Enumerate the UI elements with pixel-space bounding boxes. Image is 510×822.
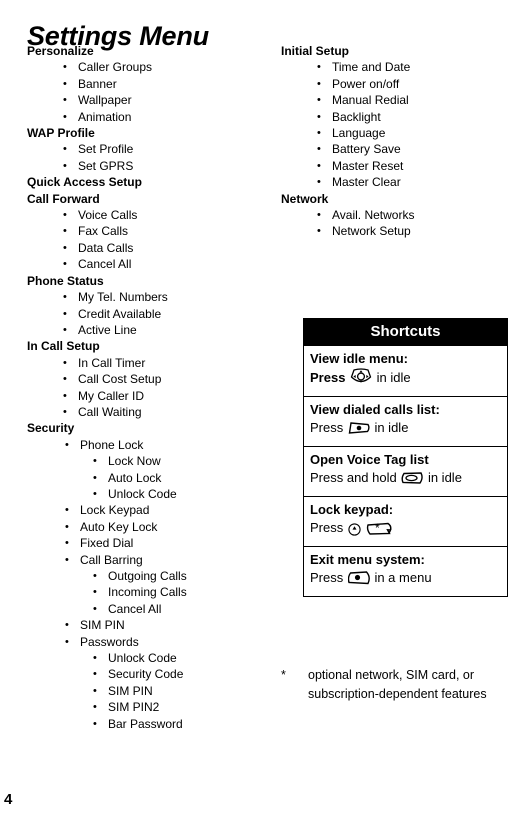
shortcut-row: View idle menu: Press in idle	[304, 346, 507, 396]
navigation-key-icon	[350, 368, 372, 391]
left-column: PersonalizeCaller GroupsBannerWallpaperA…	[27, 43, 267, 732]
menu-item: In Call Timer	[27, 355, 267, 372]
shortcut-press-label: Press	[310, 520, 347, 535]
menu-item: Passwords	[27, 634, 267, 651]
menu-subitem: Security Code	[27, 666, 267, 683]
menu-item: Auto Key Lock	[27, 519, 267, 536]
svg-text:*: *	[375, 521, 380, 535]
shortcut-title: View idle menu:	[310, 351, 409, 366]
menu-item: Lock Keypad	[27, 502, 267, 519]
menu-item: Set GPRS	[27, 158, 267, 175]
shortcut-instruction: Press in idle	[310, 368, 501, 391]
shortcut-title: View dialed calls list:	[310, 402, 440, 417]
menu-item: Avail. Networks	[281, 207, 510, 224]
shortcuts-table: Shortcuts View idle menu: Press in idle Vi…	[303, 318, 508, 597]
shortcut-row: View dialed calls list: Press in idle	[304, 396, 507, 446]
shortcut-press-label: Press and hold	[310, 470, 401, 485]
menu-subitem: Lock Now	[27, 453, 267, 470]
menu-subitem: Bar Password	[27, 716, 267, 733]
menu-item: Cancel All	[27, 256, 267, 273]
shortcut-instruction: Press in idle	[310, 419, 501, 441]
shortcut-row: Lock keypad: Press *	[304, 496, 507, 546]
menu-subitem: Auto Lock	[27, 470, 267, 487]
footnote-marker: *	[281, 668, 286, 682]
section-heading: WAP Profile	[27, 126, 95, 141]
menu-item: Data Calls	[27, 240, 267, 257]
menu-item: Master Reset	[281, 158, 510, 175]
shortcut-suffix: in idle	[424, 470, 462, 485]
power-end-key-icon	[347, 570, 370, 591]
menu-subitem: Unlock Code	[27, 486, 267, 503]
footnote: * optional network, SIM card, or subscri…	[281, 666, 510, 703]
menu-item: SIM PIN	[27, 617, 267, 634]
menu-item: Phone Lock	[27, 437, 267, 454]
menu-item: Active Line	[27, 322, 267, 339]
shortcut-row: Exit menu system: Press in a menu	[304, 546, 507, 596]
section-heading: In Call Setup	[27, 339, 100, 354]
section-heading: Network	[281, 191, 329, 206]
send-key-icon	[348, 420, 370, 441]
menu-item: Time and Date	[281, 59, 510, 76]
menu-item: Fax Calls	[27, 223, 267, 240]
shortcut-press-label: Press	[310, 420, 347, 435]
menu-item: My Tel. Numbers	[27, 289, 267, 306]
menu-subitem: SIM PIN	[27, 683, 267, 700]
menu-item: Banner	[27, 76, 267, 93]
menu-item: Call Cost Setup	[27, 371, 267, 388]
shortcut-instruction: Press in a menu	[310, 569, 501, 591]
menu-item: Network Setup	[281, 223, 510, 240]
menu-item: Caller Groups	[27, 59, 267, 76]
page-number: 4	[4, 791, 13, 808]
menu-subitem: SIM PIN2	[27, 699, 267, 716]
section-heading: Security	[27, 421, 75, 436]
shortcut-instruction: Press *	[310, 519, 501, 541]
menu-item: Animation	[27, 109, 267, 126]
shortcut-press-label: Press	[310, 370, 350, 385]
shortcut-suffix: in a menu	[370, 570, 432, 585]
menu-item: Call Waiting	[27, 404, 267, 421]
section-heading: Initial Setup	[281, 44, 350, 58]
shortcuts-rows: View idle menu: Press in idle View dialed …	[304, 346, 507, 596]
menu-item: Master Clear	[281, 174, 510, 191]
settings-menu-page: Settings Menu PersonalizeCaller GroupsBa…	[0, 0, 510, 822]
shortcut-instruction: Press and hold in idle	[310, 469, 501, 491]
menu-item: Wallpaper	[27, 92, 267, 109]
menu-item: Voice Calls	[27, 207, 267, 224]
shortcut-title: Lock keypad:	[310, 502, 394, 517]
menu-subitem: Outgoing Calls	[27, 568, 267, 585]
star-key-icon: *	[366, 521, 394, 541]
menu-item: Power on/off	[281, 76, 510, 93]
footnote-text: optional network, SIM card, or subscript…	[308, 668, 487, 701]
menu-subitem: Cancel All	[27, 601, 267, 618]
menu-key-icon	[348, 523, 361, 541]
shortcut-suffix: in idle	[370, 420, 409, 435]
menu-item: Set Profile	[27, 141, 267, 158]
menu-item: Fixed Dial	[27, 535, 267, 552]
voice-key-icon	[401, 470, 424, 491]
menu-item: My Caller ID	[27, 388, 267, 405]
shortcut-title: Exit menu system:	[310, 552, 425, 567]
shortcut-suffix: in idle	[373, 370, 411, 385]
menu-item: Language	[281, 125, 510, 142]
shortcuts-table-header: Shortcuts	[304, 319, 507, 346]
shortcut-row: Open Voice Tag list Press and hold in idl…	[304, 446, 507, 496]
shortcut-press-label: Press	[310, 570, 347, 585]
section-heading: Phone Status	[27, 273, 104, 288]
shortcut-title: Open Voice Tag list	[310, 452, 429, 467]
menu-subitem: Unlock Code	[27, 650, 267, 667]
menu-item: Battery Save	[281, 141, 510, 158]
section-heading: Personalize	[27, 44, 94, 58]
menu-subitem: Incoming Calls	[27, 584, 267, 601]
menu-item: Call Barring	[27, 552, 267, 569]
menu-item: Manual Redial	[281, 92, 510, 109]
menu-item: Backlight	[281, 109, 510, 126]
right-column: Initial SetupTime and DatePower on/offMa…	[281, 43, 510, 240]
menu-item: Credit Available	[27, 306, 267, 323]
section-heading: Quick Access Setup	[27, 175, 142, 190]
section-heading: Call Forward	[27, 191, 100, 206]
